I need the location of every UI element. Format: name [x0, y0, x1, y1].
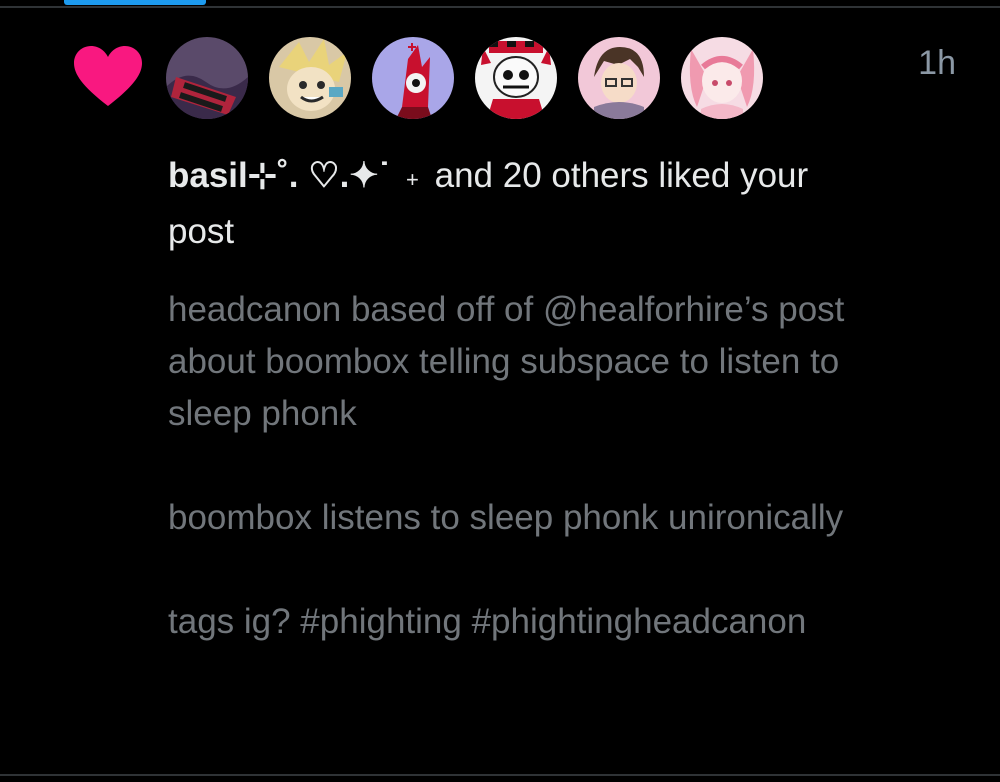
- actor-name[interactable]: basil⊹˚. ♡.✦˙: [168, 156, 390, 195]
- notification-headline: basil⊹˚. ♡.✦˙ + and 20 others liked your…: [168, 150, 848, 258]
- avatar-1[interactable]: [166, 37, 248, 119]
- post-paragraph: headcanon based off of @healforhire’s po…: [168, 290, 845, 433]
- plus-separator: +: [406, 167, 419, 192]
- avatar-5[interactable]: [578, 37, 660, 119]
- post-paragraph: boombox listens to sleep phonk unironica…: [168, 498, 844, 537]
- avatar-6[interactable]: [681, 37, 763, 119]
- active-tab-indicator: [64, 0, 206, 5]
- notification-timestamp: 1h: [918, 44, 956, 82]
- post-paragraph: tags ig? #phighting #phightingheadcanon: [168, 602, 807, 641]
- top-divider: [0, 6, 1000, 8]
- avatar-3[interactable]: [372, 37, 454, 119]
- heart-icon: [74, 46, 142, 106]
- post-preview[interactable]: headcanon based off of @healforhire’s po…: [168, 284, 888, 648]
- avatar-4[interactable]: [475, 37, 557, 119]
- bottom-divider: [0, 774, 1000, 776]
- avatar-2[interactable]: [269, 37, 351, 119]
